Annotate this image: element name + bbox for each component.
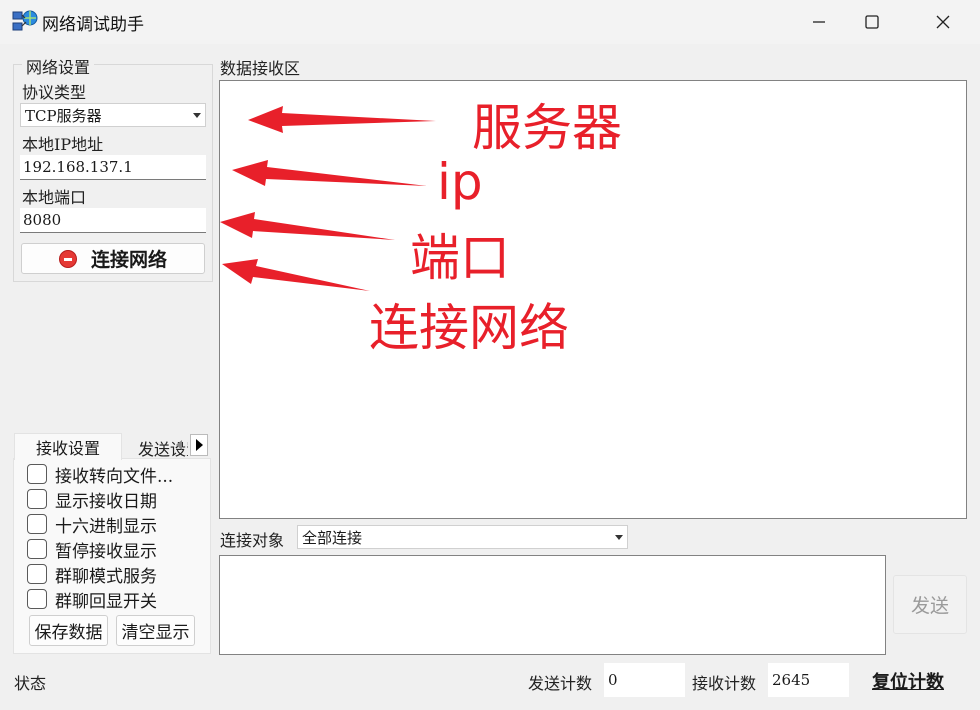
annotation-server: 服务器 [472, 99, 622, 157]
port-arrow [220, 212, 395, 240]
annotation-port: 端口 [410, 229, 510, 287]
annotation-ip: ip [437, 153, 483, 211]
ip-arrow [232, 160, 427, 186]
annotation-connect: 连接网络 [369, 299, 569, 357]
connect-arrow [222, 259, 370, 291]
server-arrow [248, 106, 436, 133]
